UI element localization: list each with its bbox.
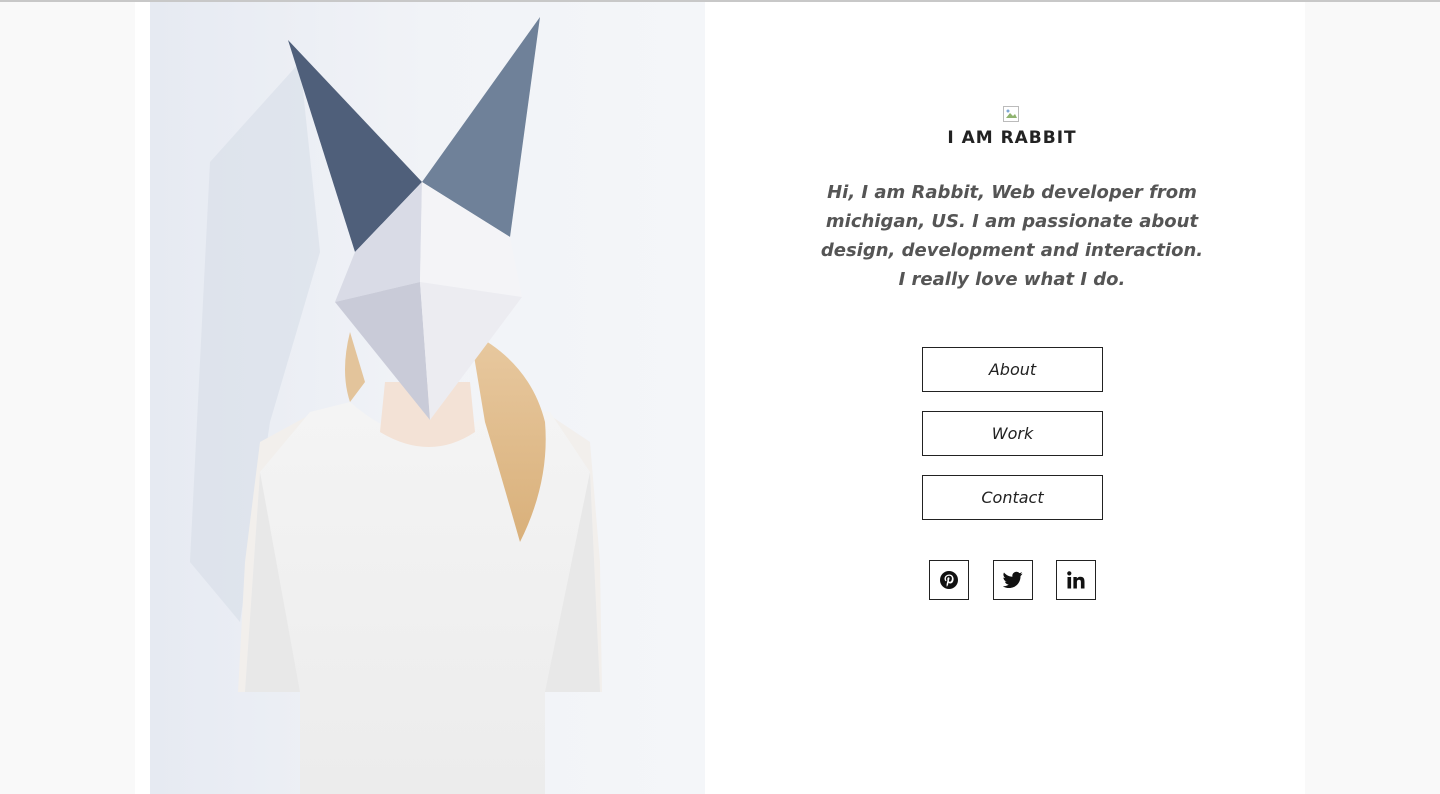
pinterest-button[interactable] <box>929 560 969 600</box>
site-title: I AM RABBIT <box>947 128 1077 148</box>
linkedin-icon <box>1067 571 1085 589</box>
intro-panel: I AM RABBIT Hi, I am Rabbit, Web develop… <box>705 2 1305 794</box>
twitter-icon <box>1003 571 1023 589</box>
twitter-button[interactable] <box>993 560 1033 600</box>
page-container: I AM RABBIT Hi, I am Rabbit, Web develop… <box>135 2 1305 794</box>
about-button[interactable]: About <box>922 347 1103 392</box>
work-button[interactable]: Work <box>922 411 1103 456</box>
intro-text: Hi, I am Rabbit, Web developer from mich… <box>820 182 1204 290</box>
hero-photo <box>150 2 705 794</box>
logo-image-icon <box>1003 106 1019 122</box>
linkedin-button[interactable] <box>1056 560 1096 600</box>
contact-button[interactable]: Contact <box>922 475 1103 520</box>
pinterest-icon <box>939 570 959 590</box>
hero-photo-illustration <box>150 2 705 794</box>
